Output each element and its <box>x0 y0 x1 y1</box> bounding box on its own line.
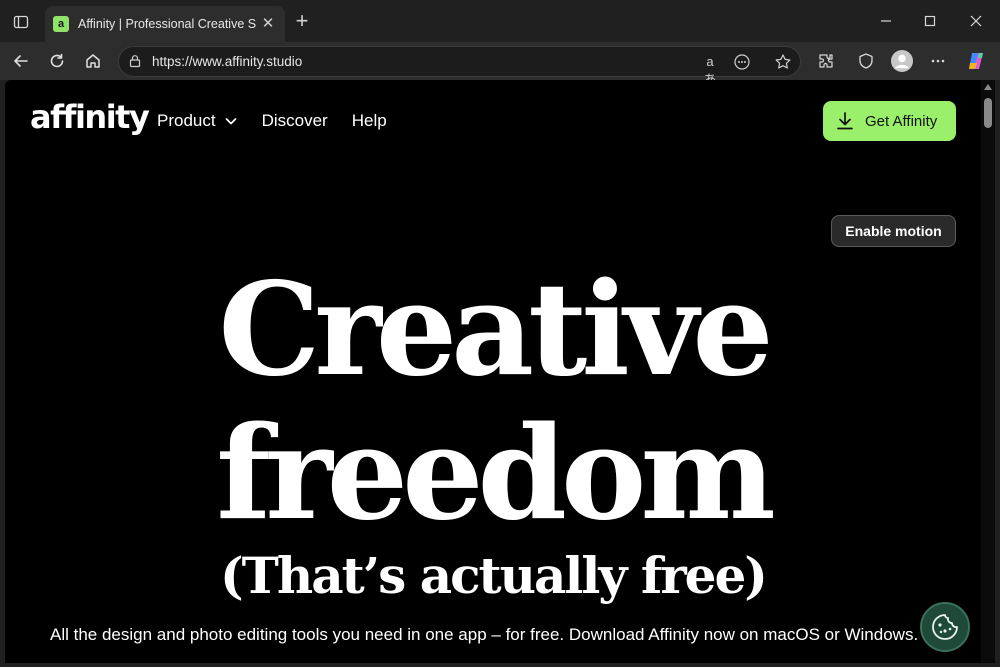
reload-icon[interactable] <box>44 48 70 74</box>
headline-line-3: (That’s actually free) <box>220 546 768 605</box>
browser-tab[interactable]: a Affinity | Professional Creative Softw… <box>45 6 285 42</box>
menu-dots-icon[interactable] <box>926 49 950 73</box>
lock-icon[interactable] <box>128 54 142 68</box>
browser-toolbar: https://www.affinity.studio aあ <box>0 42 1000 87</box>
back-icon[interactable] <box>8 48 34 74</box>
address-bar[interactable]: https://www.affinity.studio aあ <box>118 46 801 87</box>
page-viewport: affinity Product Discover Help Get Affin… <box>5 80 995 663</box>
cookie-icon <box>932 614 958 640</box>
affinity-logo[interactable]: affinity <box>30 98 150 136</box>
tab-title: Affinity | Professional Creative Softwar… <box>78 17 256 31</box>
url-text[interactable]: https://www.affinity.studio <box>152 54 302 69</box>
headline-line-1: Creative <box>218 255 773 405</box>
home-icon[interactable] <box>80 48 106 74</box>
scroll-up-arrow-icon[interactable] <box>984 84 992 90</box>
download-icon <box>837 112 853 130</box>
enable-motion-button[interactable]: Enable motion <box>831 215 956 247</box>
new-tab-icon[interactable]: + <box>292 10 312 32</box>
shield-icon[interactable] <box>854 49 878 73</box>
browser-tab-strip: a Affinity | Professional Creative Softw… <box>0 0 1000 42</box>
hero-subtitle: All the design and photo editing tools y… <box>50 625 919 644</box>
minimize-icon[interactable] <box>871 8 901 34</box>
close-tab-icon[interactable]: ✕ <box>260 16 276 32</box>
translate-icon[interactable]: aあ <box>700 53 720 87</box>
scrollbar-thumb[interactable] <box>984 98 992 128</box>
nav-product-label: Product <box>157 111 216 130</box>
profile-avatar-icon[interactable] <box>890 49 914 73</box>
page-scrollbar[interactable] <box>981 80 995 663</box>
nav-help[interactable]: Help <box>352 111 387 131</box>
favorite-star-icon[interactable] <box>773 53 793 71</box>
maximize-icon[interactable] <box>915 8 945 34</box>
copilot-icon[interactable] <box>964 49 988 73</box>
get-affinity-button[interactable]: Get Affinity <box>823 101 956 141</box>
headline-line-2: freedom <box>216 399 776 549</box>
nav-product[interactable]: Product <box>157 111 238 131</box>
tab-actions-icon[interactable] <box>8 9 34 35</box>
get-affinity-label: Get Affinity <box>865 112 938 130</box>
site-navigation: Product Discover Help <box>157 111 411 131</box>
close-window-icon[interactable] <box>961 8 991 34</box>
extensions-icon[interactable] <box>814 49 838 73</box>
more-options-icon[interactable] <box>732 53 752 71</box>
affinity-favicon-icon: a <box>53 16 69 32</box>
nav-discover[interactable]: Discover <box>262 111 328 131</box>
chevron-down-icon <box>225 118 236 125</box>
cookie-settings-button[interactable] <box>920 602 970 652</box>
